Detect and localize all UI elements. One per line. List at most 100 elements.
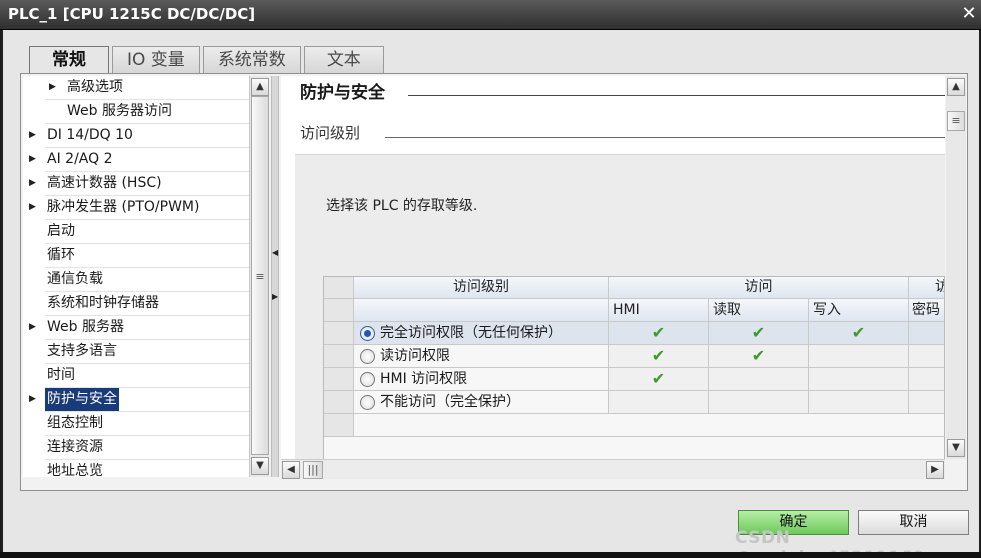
expand-arrow-icon[interactable]: ▶ xyxy=(29,388,36,411)
radio-button[interactable] xyxy=(360,349,375,364)
nav-item[interactable]: Web 服务器访问 xyxy=(23,100,249,123)
tab-texts[interactable]: 文本 xyxy=(303,46,384,74)
expand-arrow-icon[interactable]: ▶ xyxy=(29,316,36,339)
subsection-divider xyxy=(385,137,945,138)
nav-item[interactable]: 启动 xyxy=(23,220,249,243)
scroll-down-icon[interactable]: ▼ xyxy=(947,439,965,457)
window-title: PLC_1 [CPU 1215C DC/DC/DC] xyxy=(8,5,256,23)
scroll-thumb[interactable]: ≡ xyxy=(947,111,965,131)
close-icon[interactable]: ✕ xyxy=(959,4,979,24)
access-cell-read: ✔ xyxy=(709,322,809,345)
nav-item[interactable]: ▶ Web 服务器 xyxy=(23,316,249,339)
scroll-up-icon[interactable]: ▲ xyxy=(947,78,965,96)
expand-arrow-icon[interactable]: ▶ xyxy=(29,196,36,219)
expand-arrow-icon[interactable]: ▶ xyxy=(29,172,36,195)
row-header xyxy=(324,414,354,437)
access-level-table: 访问级别 访问 访 HMI 读取 写入 密码 完全访问权限（无任何保护） ✔ ✔ ✔ 读… xyxy=(323,276,945,459)
nav-item[interactable]: 通信负载 xyxy=(23,268,249,291)
nav-tree: ▶ 高级选项 Web 服务器访问 ▶ DI 14/DQ 10 ▶ AI 2/AQ 2 ▶ 高速计… xyxy=(23,76,249,477)
properties-dialog: 常规 IO 变量 系统常数 文本 ▶ 高级选项 Web 服务器访问 ▶ DI 14/DQ… xyxy=(3,30,979,552)
collapse-left-icon[interactable]: ◀ xyxy=(272,248,278,264)
nav-item[interactable]: ▶ 高级选项 xyxy=(23,76,249,99)
tab-io-tags[interactable]: IO 变量 xyxy=(112,46,200,74)
radio-button[interactable] xyxy=(360,395,375,410)
nav-item-label: 支持多语言 xyxy=(47,343,117,359)
nav-item[interactable]: 循环 xyxy=(23,244,249,267)
section-title: 防护与安全 xyxy=(300,83,385,103)
nav-item-label: 连接资源 xyxy=(47,439,103,455)
scroll-thumb[interactable]: ||| xyxy=(303,461,323,479)
nav-item-label: 地址总览 xyxy=(47,463,103,477)
nav-item[interactable]: 支持多语言 xyxy=(23,340,249,363)
access-cell-password xyxy=(909,345,944,368)
panel-hscrollbar[interactable]: ◀ ||| ▶ xyxy=(281,459,945,479)
check-icon: ✔ xyxy=(751,346,766,365)
expand-arrow-icon[interactable]: ▶ xyxy=(29,124,36,147)
check-icon: ✔ xyxy=(751,323,766,342)
access-level-option[interactable]: 不能访问（完全保护） xyxy=(354,391,609,414)
access-level-option[interactable]: 完全访问权限（无任何保护） xyxy=(354,322,609,345)
header-access-cut: 访 xyxy=(909,277,944,299)
check-icon: ✔ xyxy=(851,323,866,342)
nav-item[interactable]: ▶ AI 2/AQ 2 xyxy=(23,148,249,171)
access-cell-write xyxy=(809,368,909,391)
nav-item[interactable]: 组态控制 xyxy=(23,412,249,435)
nav-item-label: 时间 xyxy=(47,367,75,383)
access-level-option[interactable]: 读访问权限 xyxy=(354,345,609,368)
header-access-level: 访问级别 xyxy=(354,277,609,299)
access-cell-password xyxy=(909,322,944,345)
header-access: 访问 xyxy=(609,277,909,299)
nav-item-label: 启动 xyxy=(47,223,75,239)
nav-item[interactable]: ▶ 脉冲发生器 (PTO/PWM) xyxy=(23,196,249,219)
nav-item[interactable]: ▶ 高速计数器 (HSC) xyxy=(23,172,249,195)
access-level-label: 读访问权限 xyxy=(380,348,450,364)
header-password: 密码 xyxy=(909,299,944,322)
table-row-empty xyxy=(354,414,944,437)
nav-item[interactable]: 连接资源 xyxy=(23,436,249,459)
settings-panel: 防护与安全 访问级别 选择该 PLC 的存取等级. 访问级别 访问 访 HMI … xyxy=(281,76,945,459)
access-level-label: HMI 访问权限 xyxy=(380,371,468,387)
access-cell-read xyxy=(709,391,809,414)
pane-splitter[interactable]: ◀ ▶ xyxy=(271,76,279,477)
expand-right-icon[interactable]: ▶ xyxy=(272,292,278,308)
panel-vscrollbar[interactable]: ▲ ≡ ▼ xyxy=(946,76,966,459)
nav-item-label: 高速计数器 (HSC) xyxy=(47,175,162,191)
row-header xyxy=(324,368,354,391)
header-level-blank xyxy=(354,299,609,322)
expand-arrow-icon[interactable]: ▶ xyxy=(49,76,56,99)
row-header xyxy=(324,299,354,322)
scroll-thumb[interactable]: ≡ xyxy=(251,96,269,455)
nav-item-label: Web 服务器 xyxy=(47,319,124,335)
scroll-right-icon[interactable]: ▶ xyxy=(926,461,944,479)
header-hmi: HMI xyxy=(609,299,709,322)
nav-item[interactable]: ▶ 防护与安全 xyxy=(23,388,249,411)
nav-scrollbar[interactable]: ▲ ≡ ▼ xyxy=(249,76,269,477)
access-cell-hmi: ✔ xyxy=(609,322,709,345)
nav-item[interactable]: 时间 xyxy=(23,364,249,387)
nav-item-label: Web 服务器访问 xyxy=(67,103,172,119)
nav-item-label: 脉冲发生器 (PTO/PWM) xyxy=(47,199,200,215)
radio-button[interactable] xyxy=(360,326,375,341)
nav-item-label: 高级选项 xyxy=(67,79,123,95)
scroll-left-icon[interactable]: ◀ xyxy=(282,461,300,479)
access-level-label: 完全访问权限（无任何保护） xyxy=(380,325,562,341)
access-level-option[interactable]: HMI 访问权限 xyxy=(354,368,609,391)
scroll-up-icon[interactable]: ▲ xyxy=(251,78,269,96)
taskbar-strip xyxy=(0,552,981,558)
access-cell-password xyxy=(909,391,944,414)
nav-item[interactable]: ▶ DI 14/DQ 10 xyxy=(23,124,249,147)
expand-arrow-icon[interactable]: ▶ xyxy=(29,148,36,171)
nav-item[interactable]: 地址总览 xyxy=(23,460,249,477)
tab-general[interactable]: 常规 xyxy=(29,46,109,75)
tab-system-constants[interactable]: 系统常数 xyxy=(202,46,301,74)
nav-item[interactable]: 系统和时钟存储器 xyxy=(23,292,249,315)
subsection-title: 访问级别 xyxy=(300,124,361,142)
access-cell-hmi xyxy=(609,391,709,414)
access-cell-hmi: ✔ xyxy=(609,345,709,368)
radio-button[interactable] xyxy=(360,372,375,387)
access-cell-read: ✔ xyxy=(709,345,809,368)
access-cell-write xyxy=(809,345,909,368)
scroll-down-icon[interactable]: ▼ xyxy=(251,457,269,475)
access-cell-write: ✔ xyxy=(809,322,909,345)
section-divider xyxy=(408,95,945,96)
